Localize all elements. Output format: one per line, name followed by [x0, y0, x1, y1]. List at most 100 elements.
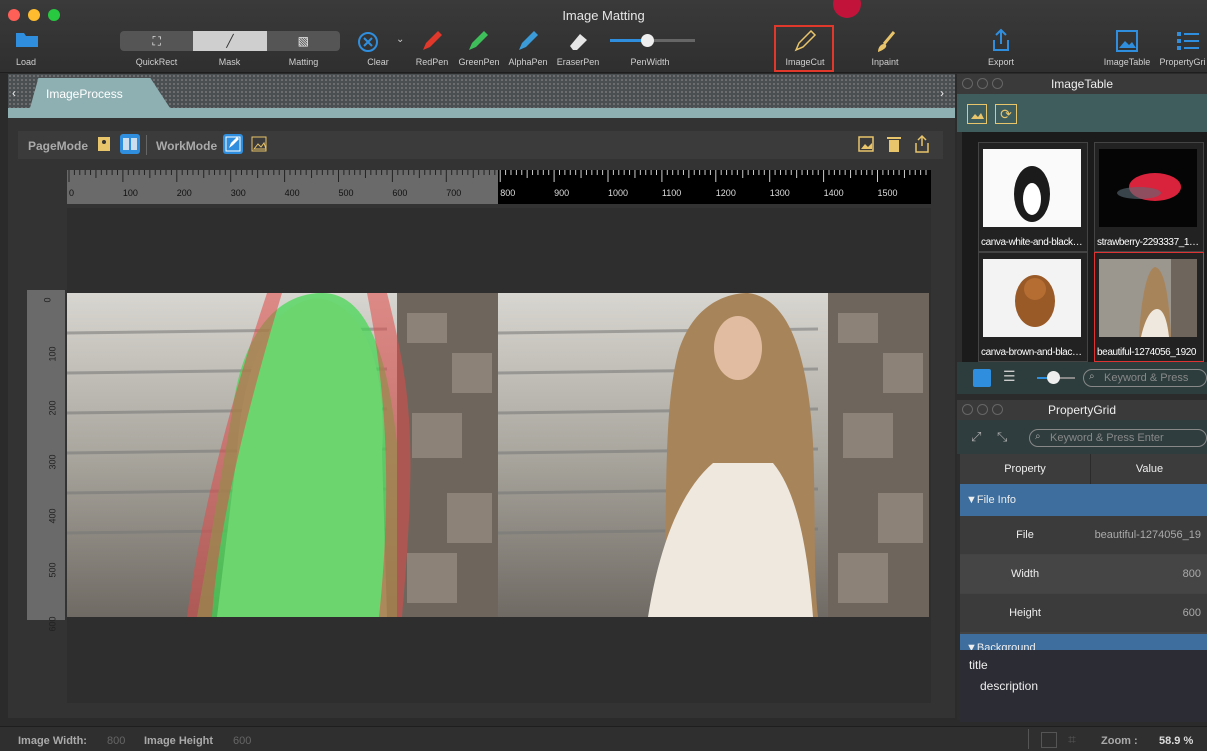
list-view-icon[interactable]: ☰ [1003, 368, 1016, 385]
table-row[interactable]: File beautiful-1274056_19 [960, 516, 1207, 554]
folder-icon[interactable] [15, 30, 39, 53]
image-width-value: 800 [107, 735, 126, 747]
description-area: title description [960, 650, 1207, 722]
greenpen-button[interactable]: GreenPen [455, 57, 503, 67]
ruler-tick-label: 800 [500, 188, 516, 198]
list-item[interactable]: canva-white-and-black-… [978, 142, 1088, 252]
scroll-left-icon[interactable]: ‹ [12, 86, 16, 100]
ruler-tick-label: 100 [47, 346, 58, 362]
zoom-label: Zoom : [1101, 735, 1138, 747]
share-icon[interactable] [912, 134, 932, 154]
actual-size-icon[interactable]: ⌗ [1068, 731, 1076, 748]
chevron-down-icon[interactable]: ⌄ [396, 34, 404, 45]
clear-button[interactable]: Clear [358, 57, 398, 67]
image-icon[interactable] [967, 104, 987, 124]
tab-imageprocess[interactable]: ImageProcess [30, 78, 170, 108]
section-row-background[interactable]: ▼Background [960, 634, 1207, 650]
propertygrid-toolbar: ⤢ ⤡ Keyword & Press Enter ⌕ [957, 420, 1207, 454]
property-name: Width [1010, 568, 1040, 580]
ruler-tick-label: 1200 [715, 188, 736, 198]
description-text: description [980, 679, 1039, 693]
result-image[interactable] [498, 293, 929, 617]
penwidth-slider-thumb[interactable] [641, 34, 654, 47]
image-height-label: Image Height [144, 735, 214, 747]
imagetable-icon[interactable] [1116, 30, 1138, 57]
page-bar: PageMode WorkMode [18, 131, 943, 159]
property-table: Property Value ▼File Info File beautiful… [960, 454, 1207, 650]
collapse-icon[interactable]: ⤡ [997, 429, 1007, 445]
red-pen-icon[interactable] [420, 30, 444, 57]
propertygrid-button[interactable]: PropertyGri [1158, 57, 1207, 67]
status-bar: Image Width: 800 Image Height 600 ⌗ Zoom… [0, 726, 1207, 751]
ruler-tick-label: 0 [42, 297, 53, 303]
list-item[interactable]: canva-brown-and-black… [978, 252, 1088, 362]
divider [146, 135, 147, 155]
section-row-fileinfo[interactable]: ▼File Info [960, 484, 1207, 516]
column-header-property: Property [1004, 463, 1046, 475]
mask-label: Mask [218, 57, 241, 67]
table-row[interactable]: Height 600 [960, 594, 1207, 632]
brush-icon[interactable] [874, 30, 898, 59]
thumb-caption: strawberry-2293337_1… [1097, 237, 1199, 248]
ruler-tick-label: 0 [69, 188, 75, 198]
propertygrid-search-input[interactable]: Keyword & Press Enter [1029, 429, 1207, 447]
ruler-tick-label: 1300 [769, 188, 790, 198]
eraser-icon[interactable] [566, 30, 590, 57]
ruler-tick-label: 200 [47, 400, 58, 416]
quickrect-icon[interactable]: ⛶ [120, 31, 193, 51]
ruler-tick-label: 900 [554, 188, 570, 198]
ruler-tick-label: 300 [47, 454, 58, 470]
table-row[interactable]: Width 800 [960, 555, 1207, 593]
panel-header: PropertyGrid [957, 400, 1207, 420]
property-value: 800 [1182, 568, 1201, 580]
penwidth-label: PenWidth [630, 57, 670, 67]
image-height-value: 600 [233, 735, 252, 747]
mask-icon[interactable]: ╱ [193, 31, 267, 51]
matting-icon[interactable]: ▧ [267, 31, 340, 51]
fit-icon[interactable] [1041, 732, 1057, 748]
search-icon: ⌕ [1089, 371, 1095, 382]
ruler-labels: 0 100 200 300 400 500 600 700 800 900 1000 1100 1200… [67, 170, 931, 204]
alpha-pen-icon[interactable] [516, 30, 540, 57]
vertical-ruler-labels: 0 100 200 300 400 500 600 [27, 290, 65, 650]
trash-icon[interactable] [884, 134, 904, 154]
property-value: 600 [1182, 607, 1201, 619]
image-icon[interactable] [856, 134, 876, 154]
mode-segmented-control[interactable]: ⛶ ╱ ▧ [120, 31, 340, 51]
imagetable-button[interactable]: ImageTable [1100, 57, 1154, 67]
workmode-label: WorkMode [156, 139, 218, 153]
expand-icon[interactable]: ⤢ [971, 429, 981, 445]
split-page-icon[interactable] [120, 134, 140, 154]
imagetable-search-input[interactable]: Keyword & Press [1083, 369, 1207, 387]
panel-title: ImageTable [1050, 77, 1114, 91]
masked-image[interactable] [67, 293, 498, 617]
single-page-icon[interactable] [94, 134, 114, 154]
ruler-tick-label: 1400 [823, 188, 844, 198]
eraserpen-button[interactable]: EraserPen [554, 57, 602, 67]
edit-mode-icon[interactable] [223, 134, 243, 154]
export-icon[interactable] [990, 28, 1012, 57]
redpen-button[interactable]: RedPen [412, 57, 452, 67]
description-title: title [969, 658, 988, 672]
scroll-right-icon[interactable]: › [940, 86, 944, 100]
thumb-size-slider-thumb[interactable] [1047, 371, 1060, 384]
clear-icon[interactable] [357, 31, 379, 58]
image-mode-icon[interactable] [249, 134, 269, 154]
ruler-tick-label: 1000 [608, 188, 629, 198]
divider [1028, 729, 1029, 749]
refresh-icon[interactable]: ⟳ [995, 104, 1017, 124]
ruler-tick-label: 400 [284, 188, 300, 198]
list-icon[interactable] [1176, 30, 1200, 57]
alphapen-button[interactable]: AlphaPen [505, 57, 551, 67]
inpaint-button[interactable]: Inpaint [860, 57, 910, 67]
image-width-label: Image Width: [18, 735, 87, 747]
green-pen-icon[interactable] [466, 30, 490, 57]
ruler-tick-label: 700 [446, 188, 462, 198]
property-value: beautiful-1274056_19 [1094, 529, 1201, 541]
grid-view-icon[interactable] [973, 369, 991, 387]
export-button[interactable]: Export [980, 57, 1022, 67]
list-item-selected[interactable]: beautiful-1274056_1920 [1094, 252, 1204, 362]
list-item[interactable]: strawberry-2293337_1… [1094, 142, 1204, 252]
imagetable-toolbar: ⟳ [957, 94, 1207, 132]
load-button[interactable]: Load [8, 57, 44, 67]
